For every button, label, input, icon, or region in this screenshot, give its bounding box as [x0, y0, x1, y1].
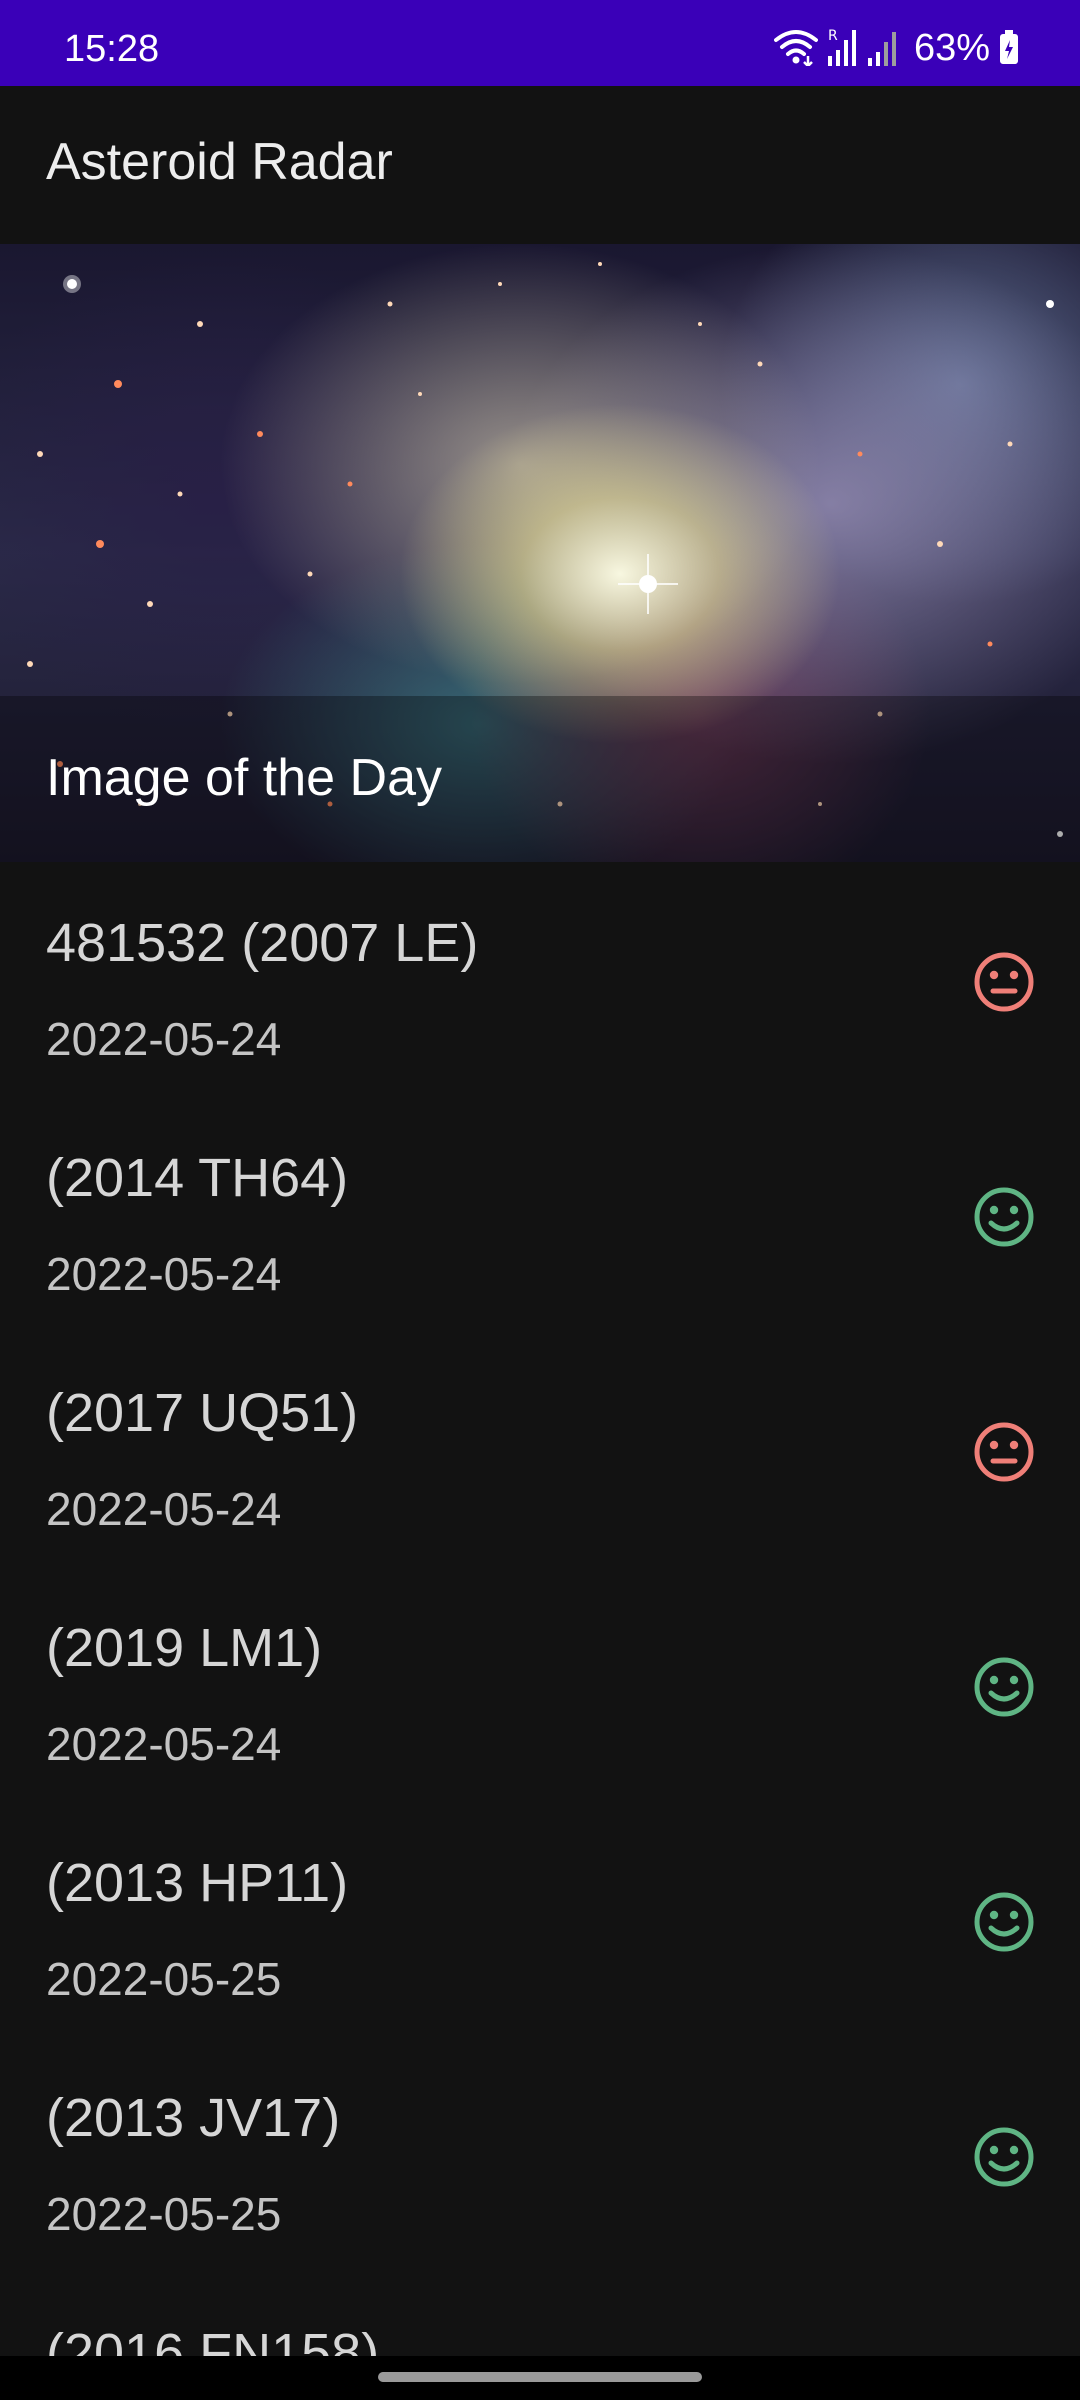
asteroid-close-approach-date: 2022-05-24: [46, 1013, 282, 1065]
smiling-face-icon: [974, 1657, 1034, 1717]
image-of-the-day[interactable]: Image of the Day: [0, 244, 1080, 862]
navigation-bar: [0, 2356, 1080, 2400]
asteroid-list-item[interactable]: (2013 HP11) 2022-05-25: [0, 1802, 1080, 2037]
neutral-face-icon: [974, 1422, 1034, 1482]
asteroid-close-approach-date: 2022-05-24: [46, 1248, 282, 1300]
asteroid-list-item[interactable]: (2014 TH64) 2022-05-24: [0, 1097, 1080, 1332]
asteroid-name: (2017 UQ51): [46, 1383, 359, 1443]
asteroid-name: (2013 JV17): [46, 2088, 341, 2148]
asteroid-list-item[interactable]: (2016 FN158): [0, 2272, 1080, 2356]
asteroid-list-item[interactable]: (2013 JV17) 2022-05-25: [0, 2037, 1080, 2272]
smiling-face-icon: [974, 1187, 1034, 1247]
svg-text:R: R: [828, 28, 838, 44]
image-caption: Image of the Day: [46, 749, 442, 807]
asteroid-name: 481532 (2007 LE): [46, 913, 479, 973]
asteroid-list-item[interactable]: (2017 UQ51) 2022-05-24: [0, 1332, 1080, 1567]
home-gesture-handle[interactable]: [378, 2372, 702, 2382]
asteroid-name: (2013 HP11): [46, 1853, 349, 1913]
asteroid-close-approach-date: 2022-05-24: [46, 1483, 282, 1535]
asteroid-name: (2016 FN158): [46, 2323, 380, 2356]
asteroid-list-item[interactable]: (2019 LM1) 2022-05-24: [0, 1567, 1080, 1802]
status-bar: 15:28 R 63%: [0, 0, 1080, 86]
asteroid-close-approach-date: 2022-05-25: [46, 1953, 282, 2005]
wifi-icon: [773, 26, 818, 71]
smiling-face-icon: [974, 1892, 1034, 1952]
signal-roaming-icon: R: [826, 26, 860, 71]
battery-charging-icon: [998, 26, 1020, 71]
app-toolbar: Asteroid Radar: [0, 86, 1080, 244]
asteroid-close-approach-date: 2022-05-25: [46, 2188, 282, 2240]
battery-percent: 63%: [913, 27, 990, 69]
asteroid-name: (2014 TH64): [46, 1148, 349, 1208]
asteroid-list[interactable]: 481532 (2007 LE) 2022-05-24 (2014 TH64) 202…: [0, 862, 1080, 2356]
status-time: 15:28: [64, 28, 160, 70]
app-screen: 15:28 R 63% Asteroid Radar Image of the …: [0, 0, 1080, 2400]
neutral-face-icon: [974, 952, 1034, 1012]
status-icons: R 63%: [773, 26, 1020, 71]
smiling-face-icon: [974, 2127, 1034, 2187]
app-title: Asteroid Radar: [46, 133, 393, 191]
asteroid-name: (2019 LM1): [46, 1618, 323, 1678]
signal-icon: [867, 26, 898, 71]
asteroid-close-approach-date: 2022-05-24: [46, 1718, 282, 1770]
asteroid-list-item[interactable]: 481532 (2007 LE) 2022-05-24: [0, 862, 1080, 1097]
